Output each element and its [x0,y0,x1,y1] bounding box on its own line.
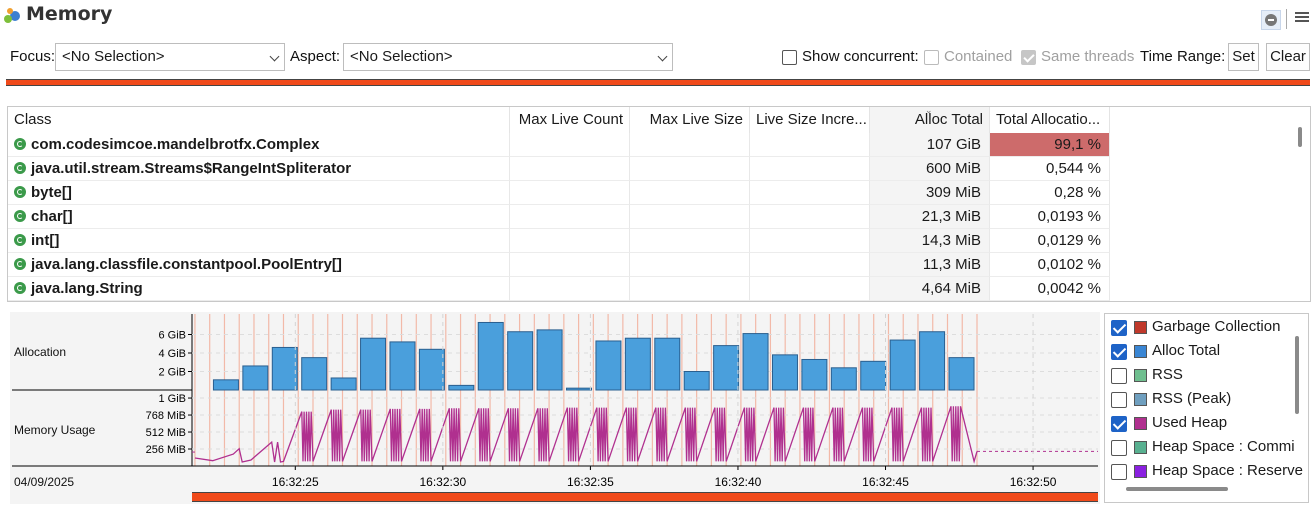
allocation-bar [801,358,828,391]
legend-item[interactable]: Heap Space : Reserve [1111,461,1308,483]
rss-swatch [1134,369,1147,382]
allocation-bar [242,365,269,391]
legend-item[interactable]: Garbage Collection [1111,317,1308,339]
legend-checkbox[interactable] [1111,368,1127,384]
legend-checkbox[interactable] [1111,464,1127,480]
legend-label: RSS [1152,366,1183,383]
legend-vertical-scrollbar[interactable] [1295,336,1299,414]
allocation-bar [301,357,328,391]
allocation-bar [389,341,416,391]
legend-label: Heap Space : Commi [1152,438,1295,455]
rss-peak-swatch [1134,393,1147,406]
memory-usage-tick-label: 1 GiB [158,393,186,405]
allocation-bar [889,339,916,391]
time-tick-label: 16:32:45 [862,475,909,489]
allocation-bar [654,337,681,391]
allocation-bar [536,329,563,391]
allocation-bar [418,348,445,391]
legend-item[interactable]: Alloc Total [1111,341,1308,363]
heap-committed-swatch [1134,441,1147,454]
legend-item[interactable]: Heap Space : Commi [1111,437,1308,459]
allocation-bar [448,384,475,391]
time-tick-label: 16:32:40 [715,475,762,489]
memory-usage-tick-label: 768 MiB [146,410,186,422]
legend-label: RSS (Peak) [1152,390,1232,407]
heap-reserved-swatch [1134,465,1147,478]
allocation-bar [860,360,887,391]
allocation-bar [948,357,975,391]
allocation-bar [683,371,710,391]
allocation-bar [742,333,769,391]
allocation-bar [477,321,504,391]
allocation-bar [713,345,740,391]
legend-checkbox[interactable] [1111,320,1127,336]
memory-usage-tick-label: 256 MiB [146,444,186,456]
allocation-bar [830,367,857,391]
legend-item[interactable]: Used Heap [1111,413,1308,435]
allocation-bar [507,331,534,391]
alloc-total-swatch [1134,345,1147,358]
time-tick-label: 16:32:35 [567,475,614,489]
allocation-bar [330,377,357,391]
time-tick-label: 16:32:50 [1010,475,1057,489]
time-tick-label: 16:32:30 [419,475,466,489]
allocation-bar [624,337,651,391]
legend-item[interactable]: RSS (Peak) [1111,389,1308,411]
memory-usage-tick-label: 512 MiB [146,427,186,439]
garbage-collection-icon [1134,321,1147,334]
allocation-bar [919,331,946,391]
allocation-bar [360,337,387,391]
legend-checkbox[interactable] [1111,416,1127,432]
allocation-bar [271,346,298,391]
used-heap-swatch [1134,417,1147,430]
legend-checkbox[interactable] [1111,440,1127,456]
legend-label: Alloc Total [1152,342,1221,359]
legend-horizontal-scrollbar[interactable] [1126,487,1228,491]
legend-item[interactable]: RSS [1111,365,1308,387]
allocation-tick-label: 2 GiB [158,367,186,379]
allocation-bar [595,340,622,391]
legend-checkbox[interactable] [1111,344,1127,360]
legend-label: Used Heap [1152,414,1228,431]
legend-label: Heap Space : Reserve [1152,462,1303,479]
time-tick-label: 16:32:25 [272,475,319,489]
legend-checkbox[interactable] [1111,392,1127,408]
allocation-bar [212,379,239,391]
series-legend: Garbage Collection Alloc Total RSS RSS (Pea… [1104,313,1309,503]
chart-time-range-bar[interactable] [192,492,1098,502]
allocation-bar [771,354,798,391]
allocation-tick-label: 4 GiB [158,348,186,360]
legend-label: Garbage Collection [1152,318,1281,335]
allocation-bar [566,387,593,391]
allocation-tick-label: 6 GiB [158,330,186,342]
